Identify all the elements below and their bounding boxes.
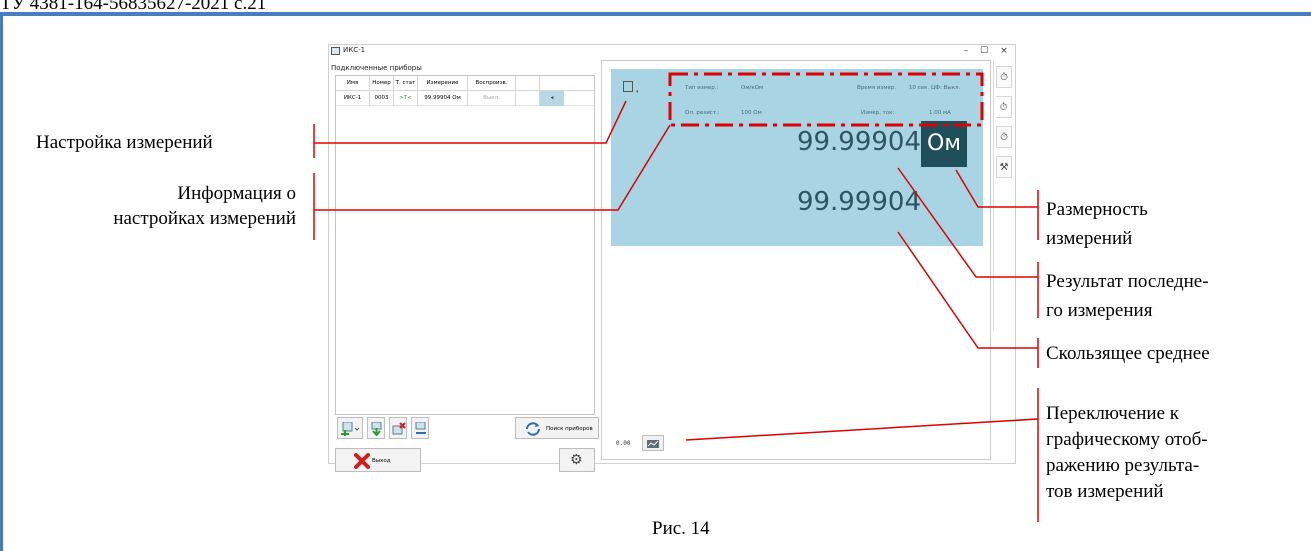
info-pointer-line (314, 124, 671, 211)
annotation-settings: Настройка измерений (36, 132, 213, 153)
annotation-result-line2: го измерения (1046, 300, 1153, 321)
annotation-graph-line2: графическому отоб- (1046, 429, 1208, 450)
annotation-info-line2: настройках измерений (113, 208, 296, 229)
annotation-unit-line1: Размерность (1046, 199, 1148, 220)
annotation-graph-line3: ражению результа- (1046, 455, 1200, 476)
result-pointer-line (897, 167, 1038, 278)
figure-caption: Рис. 14 (652, 518, 710, 539)
annotation-graph-line4: тов измерений (1046, 481, 1164, 502)
info-highlight-box (668, 72, 984, 127)
graph-pointer-line (685, 418, 1039, 441)
annotation-result-line1: Результат последне- (1046, 271, 1209, 292)
annotation-average: Скользящее среднее (1046, 343, 1210, 364)
annotation-info-line1: Информация о (177, 183, 296, 204)
annotation-unit-line2: измерений (1046, 228, 1133, 249)
settings-pointer-line (314, 100, 627, 144)
average-pointer-line (897, 231, 1038, 349)
unit-pointer-line (955, 169, 1038, 208)
annotation-graph-line1: Переключение к (1046, 403, 1180, 424)
